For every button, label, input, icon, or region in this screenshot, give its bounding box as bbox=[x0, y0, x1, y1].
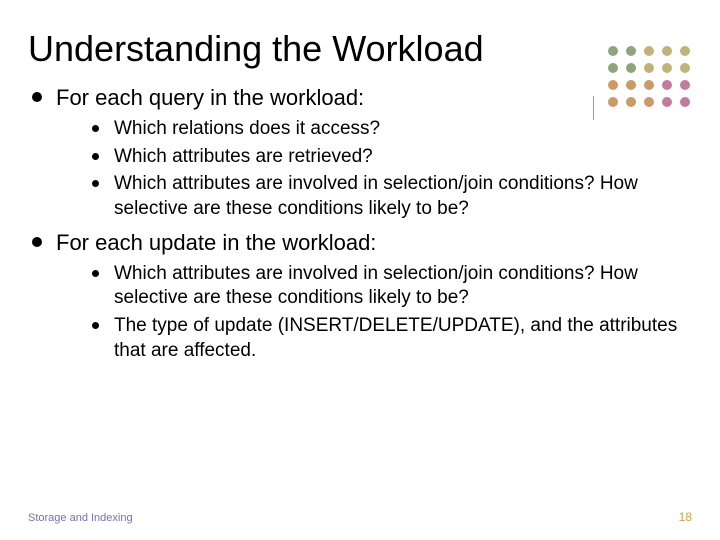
sub-bullet-item: Which attributes are involved in selecti… bbox=[68, 172, 692, 221]
dot-icon bbox=[626, 46, 636, 56]
sub-bullet-list: Which attributes are involved in selecti… bbox=[56, 262, 692, 364]
dot-icon bbox=[662, 46, 672, 56]
dot-row bbox=[608, 46, 690, 56]
slide-body: For each query in the workload: Which re… bbox=[28, 83, 692, 363]
dot-icon bbox=[608, 46, 618, 56]
slide-footer: Storage and Indexing 18 bbox=[28, 510, 692, 524]
bullet-text: For each update in the workload: bbox=[56, 230, 376, 255]
dot-icon bbox=[680, 46, 690, 56]
dot-icon bbox=[608, 63, 618, 73]
bullet-item: For each update in the workload: Which a… bbox=[28, 228, 692, 363]
sub-bullet-list: Which relations does it access? Which at… bbox=[56, 117, 692, 222]
bullet-text: For each query in the workload: bbox=[56, 85, 364, 110]
sub-bullet-text: Which relations does it access? bbox=[114, 118, 380, 139]
footer-text: Storage and Indexing bbox=[28, 512, 133, 524]
dot-icon bbox=[662, 63, 672, 73]
sub-bullet-item: The type of update (INSERT/DELETE/UPDATE… bbox=[68, 314, 692, 363]
dot-row bbox=[608, 63, 690, 73]
sub-bullet-text: Which attributes are involved in selecti… bbox=[114, 173, 638, 219]
sub-bullet-text: Which attributes are involved in selecti… bbox=[114, 263, 638, 309]
bullet-item: For each query in the workload: Which re… bbox=[28, 83, 692, 221]
dot-icon bbox=[644, 46, 654, 56]
sub-bullet-text: Which attributes are retrieved? bbox=[114, 146, 373, 167]
slide-title: Understanding the Workload bbox=[28, 28, 692, 69]
slide-number: 18 bbox=[679, 510, 692, 524]
slide: Understanding the Workload For each quer… bbox=[0, 0, 720, 540]
sub-bullet-item: Which attributes are involved in selecti… bbox=[68, 262, 692, 311]
sub-bullet-item: Which attributes are retrieved? bbox=[68, 145, 692, 170]
sub-bullet-item: Which relations does it access? bbox=[68, 117, 692, 142]
dot-icon bbox=[644, 63, 654, 73]
dot-icon bbox=[680, 63, 690, 73]
dot-icon bbox=[626, 63, 636, 73]
bullet-list: For each query in the workload: Which re… bbox=[28, 83, 692, 363]
sub-bullet-text: The type of update (INSERT/DELETE/UPDATE… bbox=[114, 315, 677, 361]
